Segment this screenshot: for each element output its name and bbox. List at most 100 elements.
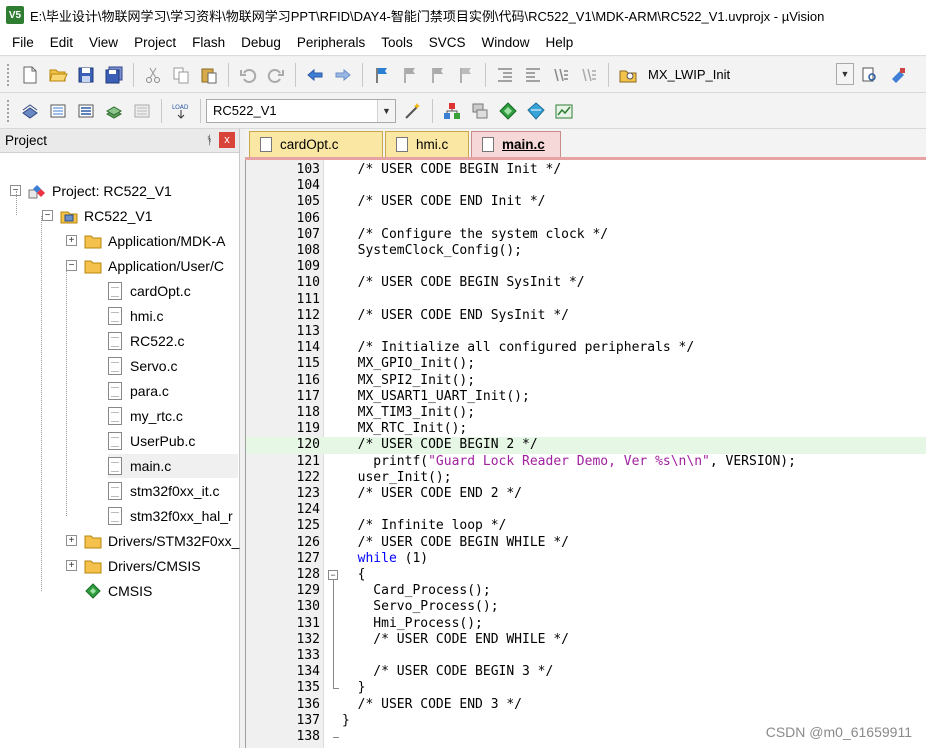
clear-bookmarks-button[interactable] <box>453 62 479 88</box>
expand-icon[interactable]: + <box>66 560 77 571</box>
code-line[interactable]: 119 MX_RTC_Init(); <box>246 421 926 437</box>
code-line[interactable]: 121 printf("Guard Lock Reader Demo, Ver … <box>246 454 926 470</box>
pack-graph-button[interactable] <box>551 98 577 124</box>
find-combo[interactable]: MX_LWIP_Init ▼ <box>642 62 856 87</box>
tree-item[interactable]: RC522_V1 <box>60 204 153 228</box>
prev-bookmark-button[interactable] <box>397 62 423 88</box>
target-options-button[interactable] <box>400 98 426 124</box>
code-line[interactable]: 115 MX_GPIO_Init(); <box>246 356 926 372</box>
tree-item[interactable]: CMSIS <box>84 579 152 603</box>
code-line[interactable]: 112 /* USER CODE END SysInit */ <box>246 308 926 324</box>
code-line[interactable]: 113 <box>246 324 926 340</box>
menu-tools[interactable]: Tools <box>373 32 421 54</box>
code-line[interactable]: 125 /* Infinite loop */ <box>246 518 926 534</box>
code-line[interactable]: 103 /* USER CODE BEGIN Init */ <box>246 162 926 178</box>
code-line[interactable]: 117 MX_USART1_UART_Init(); <box>246 389 926 405</box>
code-line[interactable]: 106 <box>246 211 926 227</box>
build-button[interactable] <box>45 98 71 124</box>
menu-flash[interactable]: Flash <box>184 32 233 54</box>
tree-item[interactable]: Drivers/STM32F0xx_ <box>84 529 239 553</box>
save-button[interactable] <box>73 62 99 88</box>
copy-button[interactable] <box>168 62 194 88</box>
manage-project-items-button[interactable] <box>439 98 465 124</box>
code-line[interactable]: 105 /* USER CODE END Init */ <box>246 194 926 210</box>
code-line[interactable]: 114 /* Initialize all configured periphe… <box>246 340 926 356</box>
code-line[interactable]: 135 } <box>246 680 926 696</box>
chevron-down-icon[interactable]: ▼ <box>377 99 395 122</box>
tab-hmi[interactable]: hmi.c <box>385 131 469 157</box>
translate-button[interactable] <box>17 98 43 124</box>
code-line[interactable]: 134 /* USER CODE BEGIN 3 */ <box>246 664 926 680</box>
code-line[interactable]: 126 /* USER CODE BEGIN WHILE */ <box>246 535 926 551</box>
find-in-files-button[interactable] <box>615 62 641 88</box>
tree-item[interactable]: stm32f0xx_it.c <box>108 479 219 503</box>
select-packs-button[interactable] <box>467 98 493 124</box>
incremental-find-button[interactable] <box>885 62 911 88</box>
code-line[interactable]: 108 SystemClock_Config(); <box>246 243 926 259</box>
new-file-button[interactable] <box>17 62 43 88</box>
menu-help[interactable]: Help <box>538 32 582 54</box>
code-line[interactable]: 107 /* Configure the system clock */ <box>246 227 926 243</box>
code-line[interactable]: 109 <box>246 259 926 275</box>
code-line[interactable]: 133 <box>246 648 926 664</box>
code-line[interactable]: 124 <box>246 502 926 518</box>
code-line[interactable]: 127 while (1) <box>246 551 926 567</box>
navigate-forward-button[interactable] <box>330 62 356 88</box>
code-line[interactable]: 132 /* USER CODE END WHILE */ <box>246 632 926 648</box>
find-button[interactable] <box>857 62 883 88</box>
pack-installer-button[interactable] <box>523 98 549 124</box>
tree-item[interactable]: RC522.c <box>108 329 184 353</box>
rebuild-button[interactable] <box>73 98 99 124</box>
close-icon[interactable]: x <box>219 132 235 148</box>
menu-debug[interactable]: Debug <box>233 32 289 54</box>
menu-peripherals[interactable]: Peripherals <box>289 32 373 54</box>
tab-main[interactable]: main.c <box>471 131 561 157</box>
code-line[interactable]: 111 <box>246 292 926 308</box>
code-line[interactable]: 104 <box>246 178 926 194</box>
menu-file[interactable]: File <box>4 32 42 54</box>
undo-button[interactable] <box>235 62 261 88</box>
target-select[interactable]: RC522_V1 ▼ <box>206 98 396 123</box>
redo-button[interactable] <box>263 62 289 88</box>
code-line[interactable]: 128 { <box>246 567 926 583</box>
tree-item[interactable]: Servo.c <box>108 354 177 378</box>
menu-edit[interactable]: Edit <box>42 32 81 54</box>
comment-button[interactable] <box>548 62 574 88</box>
tree-item[interactable]: UserPub.c <box>108 429 195 453</box>
code-line[interactable]: 110 /* USER CODE BEGIN SysInit */ <box>246 275 926 291</box>
uncomment-button[interactable] <box>576 62 602 88</box>
indent-button[interactable] <box>492 62 518 88</box>
chevron-down-icon[interactable]: ▼ <box>836 62 854 85</box>
download-button[interactable]: LOAD <box>168 98 194 124</box>
tree-item[interactable]: hmi.c <box>108 304 163 328</box>
toolbar-grip[interactable] <box>6 98 10 123</box>
unindent-button[interactable] <box>520 62 546 88</box>
tree-item[interactable]: Project: RC522_V1 <box>28 179 172 203</box>
cut-button[interactable] <box>140 62 166 88</box>
manage-rte-button[interactable] <box>495 98 521 124</box>
tree-item[interactable]: Application/User/C <box>84 254 224 278</box>
paste-button[interactable] <box>196 62 222 88</box>
code-line[interactable]: 123 /* USER CODE END 2 */ <box>246 486 926 502</box>
expand-icon[interactable]: + <box>66 235 77 246</box>
next-bookmark-button[interactable] <box>425 62 451 88</box>
code-line[interactable]: 122 user_Init(); <box>246 470 926 486</box>
collapse-icon[interactable]: − <box>66 260 77 271</box>
expand-icon[interactable]: + <box>66 535 77 546</box>
bookmark-button[interactable] <box>369 62 395 88</box>
code-editor[interactable]: 103 /* USER CODE BEGIN Init */104 105 /* … <box>245 160 926 748</box>
tree-item[interactable]: main.c <box>108 454 238 478</box>
menu-project[interactable]: Project <box>126 32 184 54</box>
tree-item[interactable]: cardOpt.c <box>108 279 191 303</box>
stop-build-button[interactable] <box>129 98 155 124</box>
tree-item[interactable]: Application/MDK-A <box>84 229 226 253</box>
code-line[interactable]: 130 Servo_Process(); <box>246 599 926 615</box>
code-line[interactable]: 120 /* USER CODE BEGIN 2 */ <box>246 437 926 454</box>
menu-window[interactable]: Window <box>473 32 537 54</box>
tree-item[interactable]: Drivers/CMSIS <box>84 554 201 578</box>
menu-view[interactable]: View <box>81 32 126 54</box>
collapse-icon[interactable]: − <box>42 210 53 221</box>
batch-build-button[interactable] <box>101 98 127 124</box>
code-line[interactable]: 116 MX_SPI2_Init(); <box>246 373 926 389</box>
code-line[interactable]: 136 /* USER CODE END 3 */ <box>246 697 926 713</box>
